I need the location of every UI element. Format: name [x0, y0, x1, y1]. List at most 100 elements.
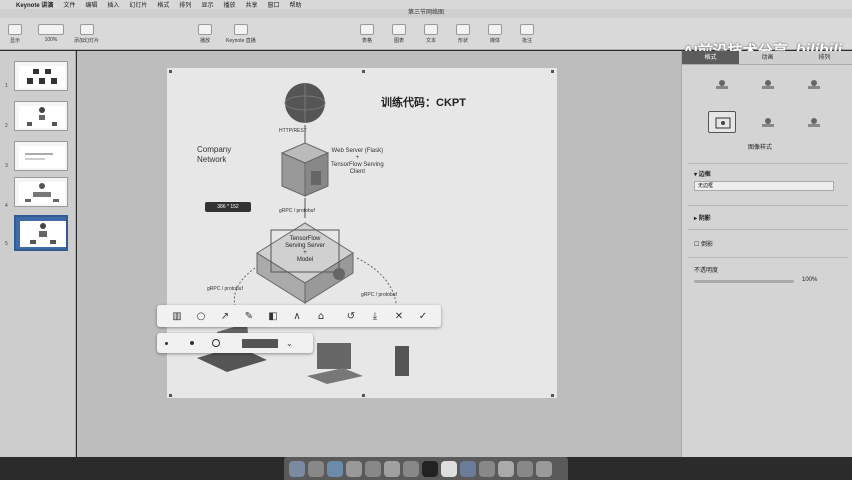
pencil-icon[interactable]: ✎	[237, 307, 261, 325]
image-style-option[interactable]	[754, 73, 782, 95]
rest-label: HTTP/REST	[279, 128, 307, 134]
confirm-icon[interactable]: ✓	[411, 307, 435, 325]
menu-item-share[interactable]: 共享	[245, 0, 257, 9]
menu-item-help[interactable]: 帮助	[290, 0, 302, 9]
window-title: 第三节网络图	[407, 10, 444, 16]
text-icon[interactable]: ∧	[285, 307, 309, 325]
tab-format[interactable]: 格式	[682, 51, 739, 65]
display-icon	[8, 24, 22, 35]
slide-thumbnail-1[interactable]	[14, 61, 68, 91]
web-server-label[interactable]: Web Server (Flask) + TensorFlow Serving …	[331, 148, 384, 176]
serving-server-label[interactable]: TensorFlow Serving Server + Model	[271, 236, 339, 264]
border-style-select[interactable]: 无边框	[694, 181, 834, 191]
image-style-option-selected[interactable]	[708, 111, 736, 133]
company-network-line-1: Company	[197, 145, 232, 154]
toolbar-comment-label: 批注	[521, 38, 532, 44]
serving-model: Model	[296, 257, 314, 263]
chrome-icon[interactable]	[346, 460, 362, 477]
company-network-label[interactable]: Company Network	[197, 145, 231, 165]
toolbar-shape-button[interactable]: 形状	[456, 24, 470, 44]
slide-title-code[interactable]: 训练代码：CKPT	[381, 94, 466, 110]
dock	[284, 457, 568, 480]
tab-animate[interactable]: 动画	[739, 51, 796, 65]
toolbar-media-label: 媒体	[489, 38, 500, 44]
image-style-option[interactable]	[754, 111, 782, 133]
slide-canvas[interactable]: 训练代码：CKPT Company Network HTTP/REST Web …	[77, 51, 681, 457]
menu-item-play[interactable]: 播放	[223, 0, 235, 9]
toolbar-add-slide-button[interactable]: 添加幻灯片	[74, 24, 99, 44]
menu-item-view[interactable]: 显示	[201, 0, 213, 9]
slide-thumbnail-preview	[19, 106, 65, 128]
app-icon[interactable]	[479, 460, 495, 477]
toolbar-keynote-live-button[interactable]: Keynote 直播	[226, 24, 256, 44]
company-network-line-2: Network	[197, 155, 227, 164]
calendar-icon[interactable]	[441, 460, 457, 477]
toolbar-chart-label: 图表	[393, 38, 404, 44]
border-section-label[interactable]: ▾ 边框	[694, 169, 711, 178]
shadow-section-label[interactable]: ▸ 阴影	[694, 213, 711, 222]
menu-item-arrange[interactable]: 排列	[179, 0, 191, 9]
menu-item-insert[interactable]: 插入	[107, 0, 119, 9]
mosaic-icon[interactable]: ▥	[165, 307, 189, 325]
reflection-checkbox[interactable]: ☐ 倒影	[694, 239, 713, 248]
opacity-value[interactable]: 100%	[802, 277, 817, 283]
grpc-label-top: gRPC / protobuf	[279, 208, 315, 214]
slide-thumbnail-2[interactable]	[14, 101, 68, 131]
slide-thumbnail-4[interactable]	[14, 177, 68, 207]
menu-item-edit[interactable]: 编辑	[85, 0, 97, 9]
medium-dot-size-button[interactable]	[190, 341, 194, 345]
safari-icon[interactable]	[327, 460, 343, 477]
toolbar-display-button[interactable]: 显示	[8, 24, 22, 44]
chevron-down-icon[interactable]: ⌄	[286, 339, 293, 348]
photos-icon[interactable]	[384, 460, 400, 477]
image-style-option[interactable]	[800, 73, 828, 95]
ellipse-icon[interactable]: ○	[189, 307, 213, 325]
toolbar-comment-button[interactable]: 批注	[520, 24, 534, 44]
blur-icon[interactable]: ◧	[261, 307, 285, 325]
launchpad-icon[interactable]	[308, 460, 324, 477]
toolbar-play-button[interactable]: 播放	[198, 24, 212, 44]
window-title-bar: 第三节网络图	[0, 9, 852, 18]
menu-item-format[interactable]: 格式	[157, 0, 169, 9]
app-icon[interactable]	[517, 460, 533, 477]
terminal-icon[interactable]	[422, 460, 438, 477]
menu-item-slide[interactable]: 幻灯片	[129, 0, 147, 9]
toolbar-text-button[interactable]: 文本	[424, 24, 438, 44]
menu-item-file[interactable]: 文件	[63, 0, 75, 9]
slide-number: 1	[5, 83, 8, 89]
slide-thumbnail-5[interactable]	[14, 215, 68, 251]
mail-icon[interactable]	[365, 460, 381, 477]
finder-icon[interactable]	[289, 460, 305, 477]
toolbar-shape-label: 形状	[457, 38, 468, 44]
opacity-slider[interactable]	[694, 280, 794, 283]
trash-icon[interactable]	[536, 460, 552, 477]
image-style-option[interactable]	[800, 111, 828, 133]
close-icon[interactable]: ✕	[387, 307, 411, 325]
tag-icon[interactable]: ⌂	[309, 307, 333, 325]
capture-sub-toolbar: ⌄	[157, 333, 313, 353]
keynote-icon[interactable]	[460, 460, 476, 477]
color-picker-icon[interactable]	[212, 339, 220, 347]
color-swatch[interactable]	[242, 338, 278, 348]
app-icon[interactable]	[498, 460, 514, 477]
arrow-icon[interactable]: ↗	[213, 307, 237, 325]
tf-client-line-1: TensorFlow Serving	[331, 162, 384, 168]
toolbar-media-button[interactable]: 媒体	[488, 24, 502, 44]
menu-app-name[interactable]: Keynote 讲演	[16, 0, 53, 9]
network-diagram-thumb	[30, 223, 56, 244]
download-icon[interactable]: ⤓	[363, 307, 387, 325]
slide-navigator: 1 2 3 4 5	[0, 51, 76, 457]
border-label: 边框	[698, 172, 711, 178]
small-dot-size-button[interactable]	[165, 341, 168, 345]
network-diagram-thumb	[25, 183, 59, 202]
image-style-option[interactable]	[708, 73, 736, 95]
undo-icon[interactable]: ↺	[339, 307, 363, 325]
toolbar-add-slide-label: 添加幻灯片	[74, 38, 100, 44]
music-icon[interactable]	[403, 460, 419, 477]
menu-item-window[interactable]: 窗口	[267, 0, 279, 9]
toolbar-zoom-select[interactable]: 100%	[38, 24, 64, 43]
slide-thumbnail-3[interactable]	[14, 141, 68, 171]
toolbar-table-button[interactable]: 表格	[360, 24, 374, 44]
tab-arrange[interactable]: 排列	[796, 51, 852, 65]
toolbar-chart-button[interactable]: 图表	[392, 24, 406, 44]
